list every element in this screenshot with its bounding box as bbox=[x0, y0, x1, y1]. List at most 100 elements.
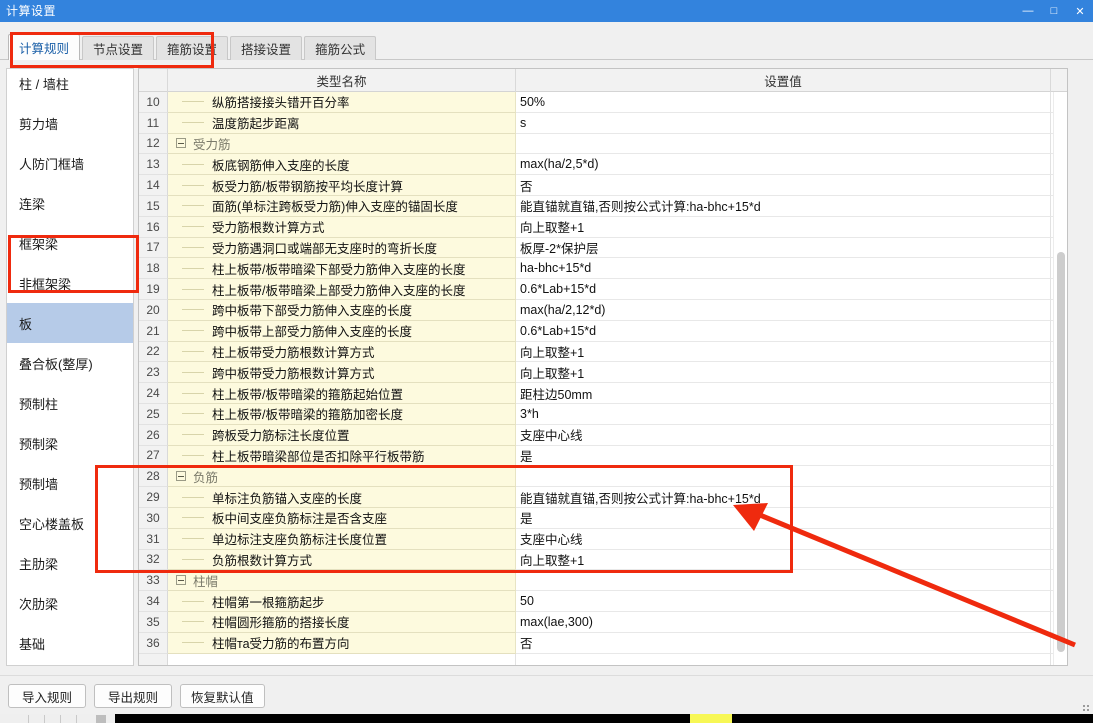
sidebar-item-foundation[interactable]: 基础 bbox=[7, 623, 133, 663]
row-setting-value[interactable]: 0.6*Lab+15*d bbox=[516, 320, 1051, 342]
settings-grid[interactable]: 类型名称 设置值 10 纵筋搭接接头错开百分率 50% 11 温度筋起步距离 s 12 受力筋… bbox=[138, 68, 1068, 666]
sidebar-item-shear-wall[interactable]: 剪力墙 bbox=[7, 103, 133, 143]
table-row[interactable]: 36 柱帽та受力筋的布置方向 否 bbox=[139, 632, 1067, 654]
tab-stirrup-formula[interactable]: 箍筋公式 bbox=[304, 36, 377, 60]
sidebar-item-frame-beam[interactable]: 框架梁 bbox=[7, 223, 133, 263]
tree-line-icon bbox=[182, 413, 204, 415]
table-row[interactable]: 34 柱帽第一根箍筋起步 50 bbox=[139, 591, 1067, 612]
row-type-name-label: 柱上板带/板带暗梁的箍筋起始位置 bbox=[212, 387, 403, 402]
collapse-minus-icon[interactable] bbox=[176, 138, 186, 149]
table-row[interactable]: 21 跨中板带上部受力筋伸入支座的长度 0.6*Lab+15*d bbox=[139, 320, 1067, 342]
table-row[interactable]: 28 负筋 bbox=[139, 466, 1067, 488]
row-setting-value[interactable]: 板厚-2*保护层 bbox=[516, 237, 1051, 259]
table-row[interactable]: 31 单边标注支座负筋标注长度位置 支座中心线 bbox=[139, 528, 1067, 550]
tree-line-icon bbox=[182, 288, 204, 290]
sidebar-item-coupling-beam[interactable]: 连梁 bbox=[7, 183, 133, 223]
import-rules-button[interactable]: 导入规则 bbox=[8, 684, 86, 708]
table-row[interactable]: 29 单标注负筋锚入支座的长度 能直锚就直锚,否则按公式计算:ha-bhc+15*d bbox=[139, 487, 1067, 508]
column-header-setting-value: 设置值 bbox=[516, 69, 1051, 92]
table-row[interactable]: 23 跨中板带受力筋根数计算方式 向上取整+1 bbox=[139, 362, 1067, 384]
row-setting-value[interactable] bbox=[516, 570, 1051, 592]
table-row[interactable]: 20 跨中板带下部受力筋伸入支座的长度 max(ha/2,12*d) bbox=[139, 299, 1067, 321]
sidebar-item-precast-beam[interactable]: 预制梁 bbox=[7, 423, 133, 463]
table-row[interactable]: 11 温度筋起步距离 s bbox=[139, 112, 1067, 134]
row-setting-value[interactable]: s bbox=[516, 112, 1051, 134]
taskbar-button[interactable] bbox=[96, 715, 106, 723]
resize-grip-icon[interactable] bbox=[1083, 705, 1091, 713]
row-setting-value-empty bbox=[516, 653, 1051, 665]
row-setting-value[interactable]: 3*h bbox=[516, 403, 1051, 425]
table-row[interactable]: 35 柱帽圆形箍筋的搭接长度 max(lae,300) bbox=[139, 611, 1067, 633]
grid-scrollbar-thumb[interactable] bbox=[1057, 252, 1065, 652]
row-setting-value[interactable]: 50 bbox=[516, 591, 1051, 612]
row-setting-value[interactable]: max(lae,300) bbox=[516, 611, 1051, 633]
grid-vertical-scrollbar[interactable] bbox=[1053, 92, 1067, 665]
table-row[interactable]: 17 受力筋遇洞口或端部无支座时的弯折长度 板厚-2*保护层 bbox=[139, 237, 1067, 259]
row-setting-value[interactable]: 向上取整+1 bbox=[516, 341, 1051, 363]
table-row[interactable]: 32 负筋根数计算方式 向上取整+1 bbox=[139, 549, 1067, 571]
sidebar-item-precast-wall[interactable]: 预制墙 bbox=[7, 463, 133, 503]
table-row[interactable]: 19 柱上板带/板带暗梁上部受力筋伸入支座的长度 0.6*Lab+15*d bbox=[139, 279, 1067, 300]
table-row[interactable]: 18 柱上板带/板带暗梁下部受力筋伸入支座的长度 ha-bhc+15*d bbox=[139, 258, 1067, 280]
sidebar-item-secondary-rib-beam[interactable]: 次肋梁 bbox=[7, 583, 133, 623]
row-setting-value-label: 3*h bbox=[520, 406, 539, 421]
row-setting-value[interactable]: 能直锚就直锚,否则按公式计算:ha-bhc+15*d bbox=[516, 195, 1051, 217]
element-type-list[interactable]: 柱 / 墙柱 剪力墙 人防门框墙 连梁 框架梁 非框架梁 板 叠合板(整厚) 预… bbox=[6, 68, 134, 666]
row-setting-value[interactable]: 能直锚就直锚,否则按公式计算:ha-bhc+15*d bbox=[516, 487, 1051, 508]
table-row[interactable]: 33 柱帽 bbox=[139, 570, 1067, 592]
table-row[interactable]: 25 柱上板带/板带暗梁的箍筋加密长度 3*h bbox=[139, 403, 1067, 425]
sidebar-item-hollow-floor-slab[interactable]: 空心楼盖板 bbox=[7, 503, 133, 543]
row-setting-value[interactable]: max(ha/2,12*d) bbox=[516, 299, 1051, 321]
row-setting-value[interactable] bbox=[516, 133, 1051, 155]
sidebar-item-column-wall-column[interactable]: 柱 / 墙柱 bbox=[7, 69, 133, 103]
table-row[interactable]: 13 板底钢筋伸入支座的长度 max(ha/2,5*d) bbox=[139, 154, 1067, 176]
row-setting-value[interactable]: 是 bbox=[516, 507, 1051, 529]
maximize-icon[interactable]: □ bbox=[1041, 0, 1067, 22]
tab-stirrup-settings[interactable]: 箍筋设置 bbox=[156, 36, 229, 60]
table-row[interactable]: 14 板受力筋/板带钢筋按平均长度计算 否 bbox=[139, 175, 1067, 196]
row-setting-value[interactable]: 0.6*Lab+15*d bbox=[516, 279, 1051, 300]
table-row[interactable]: 30 板中间支座负筋标注是否含支座 是 bbox=[139, 507, 1067, 529]
collapse-minus-icon[interactable] bbox=[176, 471, 186, 482]
restore-defaults-button[interactable]: 恢复默认值 bbox=[180, 684, 265, 708]
window-title: 计算设置 bbox=[6, 4, 57, 18]
sidebar-item-label: 人防门框墙 bbox=[19, 156, 85, 172]
table-row[interactable]: 26 跨板受力筋标注长度位置 支座中心线 bbox=[139, 424, 1067, 446]
sidebar-item-blast-door-frame-wall[interactable]: 人防门框墙 bbox=[7, 143, 133, 183]
table-row[interactable]: 12 受力筋 bbox=[139, 133, 1067, 155]
minimize-icon[interactable]: — bbox=[1015, 0, 1041, 22]
table-row[interactable]: 15 面筋(单标注跨板受力筋)伸入支座的锚固长度 能直锚就直锚,否则按公式计算:ha… bbox=[139, 195, 1067, 217]
table-row[interactable]: 27 柱上板带暗梁部位是否扣除平行板带筋 是 bbox=[139, 445, 1067, 467]
row-setting-value[interactable]: max(ha/2,5*d) bbox=[516, 154, 1051, 176]
sidebar-item-composite-slab[interactable]: 叠合板(整厚) bbox=[7, 343, 133, 383]
row-setting-value[interactable]: ha-bhc+15*d bbox=[516, 258, 1051, 280]
tab-calculation-rules[interactable]: 计算规则 bbox=[8, 34, 81, 60]
sidebar-item-slab[interactable]: 板 bbox=[7, 303, 133, 343]
table-row[interactable]: 22 柱上板带受力筋根数计算方式 向上取整+1 bbox=[139, 341, 1067, 363]
tab-node-settings[interactable]: 节点设置 bbox=[82, 36, 155, 60]
row-setting-value[interactable]: 向上取整+1 bbox=[516, 362, 1051, 384]
table-row[interactable]: 10 纵筋搭接接头错开百分率 50% bbox=[139, 92, 1067, 113]
export-rules-button[interactable]: 导出规则 bbox=[94, 684, 172, 708]
row-setting-value[interactable] bbox=[516, 466, 1051, 488]
close-icon[interactable]: ✕ bbox=[1067, 0, 1093, 22]
sidebar-item-foundation-main-beam[interactable]: 基础主梁 / 承台梁 bbox=[7, 663, 133, 665]
row-setting-value[interactable]: 向上取整+1 bbox=[516, 216, 1051, 238]
sidebar-item-non-frame-beam[interactable]: 非框架梁 bbox=[7, 263, 133, 303]
sidebar-item-precast-column[interactable]: 预制柱 bbox=[7, 383, 133, 423]
row-setting-value[interactable]: 支座中心线 bbox=[516, 424, 1051, 446]
table-row[interactable]: 24 柱上板带/板带暗梁的箍筋起始位置 距柱边50mm bbox=[139, 383, 1067, 404]
row-setting-value[interactable]: 支座中心线 bbox=[516, 528, 1051, 550]
row-setting-value[interactable]: 否 bbox=[516, 175, 1051, 196]
table-row[interactable]: 16 受力筋根数计算方式 向上取整+1 bbox=[139, 216, 1067, 238]
collapse-minus-icon[interactable] bbox=[176, 575, 186, 586]
row-setting-value[interactable]: 否 bbox=[516, 632, 1051, 654]
row-setting-value[interactable]: 是 bbox=[516, 445, 1051, 467]
tab-lap-settings[interactable]: 搭接设置 bbox=[230, 36, 303, 60]
row-setting-value[interactable]: 向上取整+1 bbox=[516, 549, 1051, 571]
row-setting-value-label: 是 bbox=[520, 449, 533, 464]
row-setting-value[interactable]: 50% bbox=[516, 92, 1051, 113]
sidebar-item-main-rib-beam[interactable]: 主肋梁 bbox=[7, 543, 133, 583]
grid-body[interactable]: 10 纵筋搭接接头错开百分率 50% 11 温度筋起步距离 s 12 受力筋 13 板底钢筋伸入支… bbox=[139, 92, 1067, 665]
row-setting-value[interactable]: 距柱边50mm bbox=[516, 383, 1051, 404]
